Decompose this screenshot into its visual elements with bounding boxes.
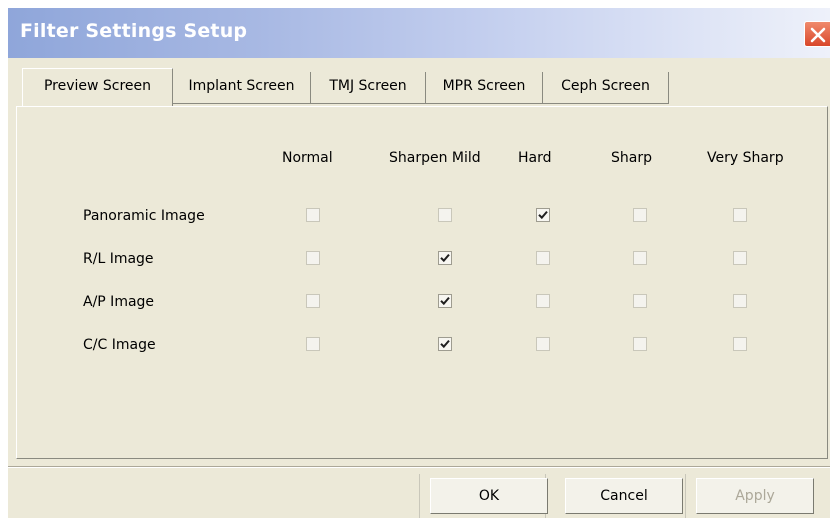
checkbox-c-c-image-sharp[interactable] <box>633 337 647 351</box>
checkbox-r-l-image-normal[interactable] <box>306 251 320 265</box>
tab-ceph-screen[interactable]: Ceph Screen <box>543 72 669 104</box>
column-header-very-sharp: Very Sharp <box>707 150 784 166</box>
checkbox-r-l-image-very-sharp[interactable] <box>733 251 747 265</box>
checkbox-a-p-image-sharpen-mild[interactable] <box>438 294 452 308</box>
tab-label: MPR Screen <box>442 78 526 94</box>
close-icon <box>810 27 826 43</box>
tab-preview-screen[interactable]: Preview Screen <box>22 68 173 106</box>
checkbox-a-p-image-sharp[interactable] <box>633 294 647 308</box>
tab-label: Preview Screen <box>43 78 152 94</box>
filter-settings-dialog: Filter Settings Setup Preview Screen Imp… <box>8 8 830 518</box>
checkbox-panoramic-image-very-sharp[interactable] <box>733 208 747 222</box>
apply-button[interactable]: Apply <box>696 478 814 514</box>
tab-label: Ceph Screen <box>561 78 650 94</box>
button-divider <box>685 474 686 518</box>
tab-mpr-screen[interactable]: MPR Screen <box>426 72 543 104</box>
column-header-sharpen-mild: Sharpen Mild <box>389 150 481 166</box>
preview-screen-panel: Normal Sharpen Mild Hard Sharp Very Shar… <box>16 106 828 459</box>
checkbox-panoramic-image-sharpen-mild[interactable] <box>438 208 452 222</box>
checkbox-a-p-image-normal[interactable] <box>306 294 320 308</box>
dialog-title: Filter Settings Setup <box>20 20 248 42</box>
column-header-hard: Hard <box>518 150 552 166</box>
ok-button[interactable]: OK <box>430 478 548 514</box>
checkbox-panoramic-image-normal[interactable] <box>306 208 320 222</box>
close-button[interactable] <box>804 21 830 47</box>
footer-divider <box>8 466 830 468</box>
checkmark-icon <box>440 296 450 306</box>
checkmark-icon <box>440 339 450 349</box>
checkbox-a-p-image-very-sharp[interactable] <box>733 294 747 308</box>
row-label-cc-image: C/C Image <box>83 337 156 353</box>
button-divider <box>419 474 420 518</box>
row-label-rl-image: R/L Image <box>83 251 154 267</box>
checkbox-c-c-image-very-sharp[interactable] <box>733 337 747 351</box>
column-header-normal: Normal <box>282 150 333 166</box>
row-label-ap-image: A/P Image <box>83 294 155 310</box>
checkbox-c-c-image-sharpen-mild[interactable] <box>438 337 452 351</box>
tab-label: TMJ Screen <box>329 78 407 94</box>
tab-implant-screen[interactable]: Implant Screen <box>173 72 311 104</box>
column-header-sharp: Sharp <box>611 150 652 166</box>
checkbox-panoramic-image-hard[interactable] <box>536 208 550 222</box>
row-label-panoramic-image: Panoramic Image <box>83 208 205 224</box>
title-bar[interactable]: Filter Settings Setup <box>8 8 830 58</box>
cancel-button[interactable]: Cancel <box>565 478 683 514</box>
checkbox-a-p-image-hard[interactable] <box>536 294 550 308</box>
tab-strip: Preview Screen Implant Screen TMJ Screen… <box>8 68 830 108</box>
checkbox-panoramic-image-sharp[interactable] <box>633 208 647 222</box>
checkbox-r-l-image-hard[interactable] <box>536 251 550 265</box>
checkmark-icon <box>538 210 548 220</box>
checkbox-r-l-image-sharp[interactable] <box>633 251 647 265</box>
checkmark-icon <box>440 253 450 263</box>
tab-tmj-screen[interactable]: TMJ Screen <box>311 72 426 104</box>
checkbox-r-l-image-sharpen-mild[interactable] <box>438 251 452 265</box>
checkbox-c-c-image-hard[interactable] <box>536 337 550 351</box>
tab-label: Implant Screen <box>188 78 295 94</box>
checkbox-c-c-image-normal[interactable] <box>306 337 320 351</box>
